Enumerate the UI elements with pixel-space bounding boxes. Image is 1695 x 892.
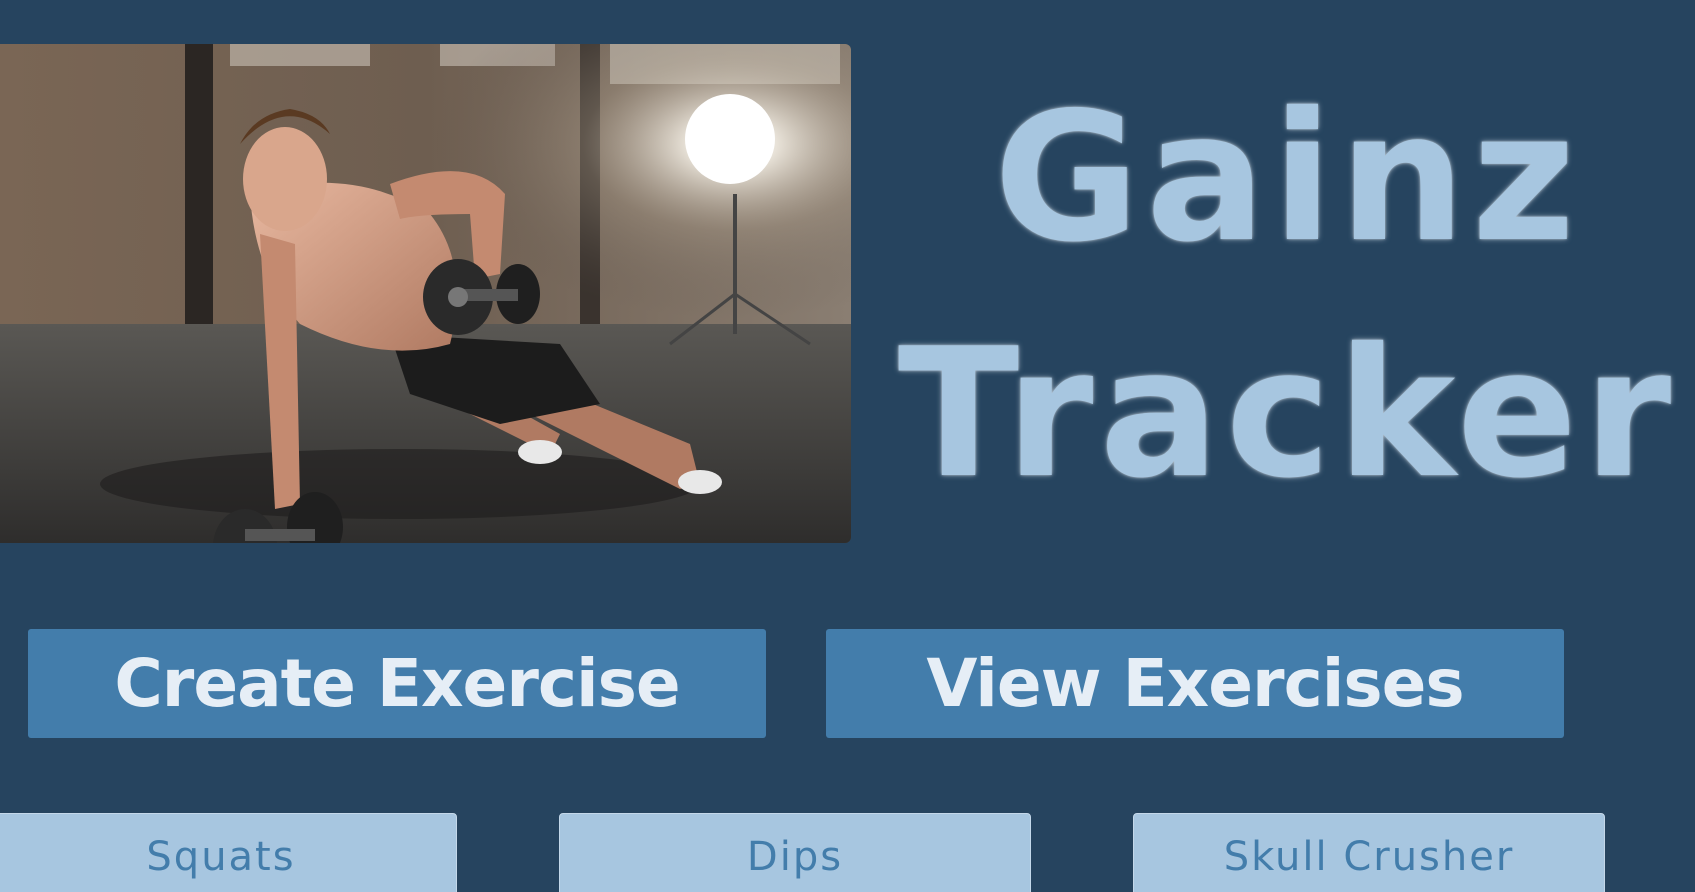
app-title: Gainz Tracker [880, 60, 1695, 532]
exercise-card-label: Squats [146, 834, 296, 880]
hero-image [0, 44, 851, 543]
exercise-card-skull-crusher[interactable]: Skull Crusher [1133, 813, 1605, 892]
create-exercise-button[interactable]: Create Exercise [28, 629, 766, 738]
view-exercises-button[interactable]: View Exercises [826, 629, 1564, 738]
app-title-line-2: Tracker [897, 310, 1678, 517]
exercise-card-label: Dips [746, 834, 844, 880]
hero-illustration [0, 44, 851, 543]
app-root: Gainz Tracker Create Exercise View Exerc… [0, 0, 1695, 892]
app-title-line-1: Gainz [993, 74, 1582, 281]
exercise-card-label: Skull Crusher [1223, 834, 1515, 880]
exercise-card-dips[interactable]: Dips [559, 813, 1031, 892]
exercise-card-squats[interactable]: Squats [0, 813, 457, 892]
